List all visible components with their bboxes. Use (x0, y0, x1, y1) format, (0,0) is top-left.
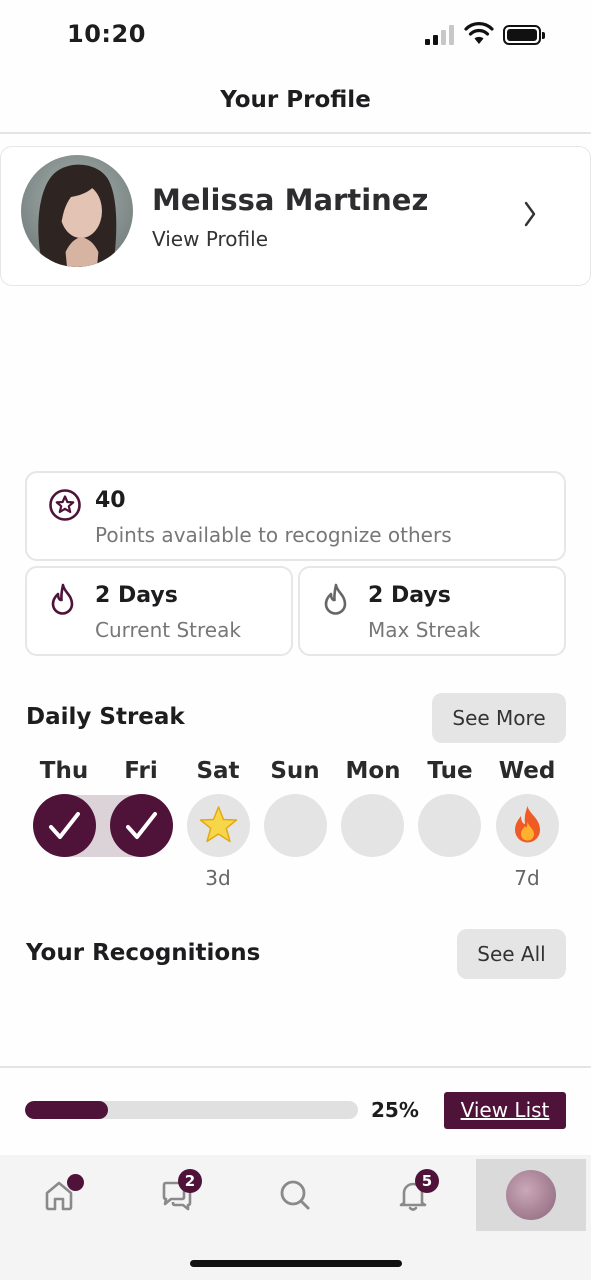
view-profile-link[interactable]: View Profile (152, 227, 268, 251)
notification-dot-badge (67, 1174, 84, 1191)
chevron-right-icon (524, 201, 536, 227)
max-streak-value: 2 Days (368, 583, 451, 608)
day-label-thu: Thu (39, 758, 89, 784)
tab-profile[interactable] (476, 1159, 586, 1231)
fire-icon (515, 806, 540, 843)
day-label-wed: Wed (498, 758, 556, 784)
nav-header: Your Profile (0, 70, 591, 134)
recognitions-title: Your Recognitions (26, 940, 261, 966)
tab-search[interactable] (240, 1159, 350, 1231)
tab-notifications[interactable]: 5 (358, 1159, 468, 1231)
points-card: 40 Points available to recognize others (25, 471, 566, 561)
day-sub-sat: 3d (205, 866, 231, 890)
page-title: Your Profile (220, 87, 371, 113)
progress-bar (25, 1101, 358, 1119)
day-label-sun: Sun (270, 758, 320, 784)
search-icon (280, 1180, 310, 1210)
current-streak-value: 2 Days (95, 583, 178, 608)
day-circle-fri (110, 794, 173, 857)
day-circle-thu (33, 794, 96, 857)
see-all-button[interactable]: See All (457, 929, 566, 979)
battery-icon (503, 25, 545, 45)
tab-home[interactable] (4, 1159, 114, 1231)
day-circle-wed (496, 794, 559, 857)
notifications-badge: 5 (415, 1169, 439, 1193)
star-icon (199, 806, 238, 843)
max-streak-label: Max Streak (368, 618, 481, 642)
checkmark-icon (49, 812, 80, 839)
home-indicator (190, 1260, 402, 1267)
current-streak-card: 2 Days Current Streak (25, 566, 293, 656)
progress-percent: 25% (371, 1098, 419, 1122)
status-bar: 10:20 (0, 0, 591, 70)
day-circle-mon (341, 794, 404, 857)
avatar (506, 1170, 556, 1220)
day-circle-sun (264, 794, 327, 857)
day-label-fri: Fri (124, 758, 158, 784)
checkmark-icon (126, 812, 157, 839)
current-streak-label: Current Streak (95, 618, 241, 642)
flame-icon (51, 583, 74, 615)
cellular-signal-icon (425, 25, 457, 45)
points-value: 40 (95, 488, 126, 513)
points-label: Points available to recognize others (95, 523, 452, 547)
status-time: 10:20 (67, 20, 146, 48)
day-circle-sat (187, 794, 250, 857)
see-more-button[interactable]: See More (432, 693, 566, 743)
flame-icon (324, 583, 347, 615)
profile-name: Melissa Martinez (152, 183, 429, 217)
max-streak-card: 2 Days Max Streak (298, 566, 566, 656)
daily-streak-title: Daily Streak (26, 704, 185, 730)
day-label-mon: Mon (345, 758, 401, 784)
day-label-tue: Tue (427, 758, 473, 784)
tab-messages[interactable]: 2 (122, 1159, 232, 1231)
star-badge-icon (49, 489, 81, 521)
divider (0, 1066, 591, 1068)
profile-card[interactable]: Melissa Martinez View Profile (0, 146, 591, 286)
messages-badge: 2 (178, 1169, 202, 1193)
day-sub-wed: 7d (514, 866, 540, 890)
day-label-sat: Sat (196, 758, 240, 784)
wifi-icon (464, 22, 494, 44)
day-circle-tue (418, 794, 481, 857)
view-list-button[interactable]: View List (444, 1092, 566, 1129)
profile-avatar (21, 155, 133, 267)
progress-bar-fill (25, 1101, 109, 1119)
